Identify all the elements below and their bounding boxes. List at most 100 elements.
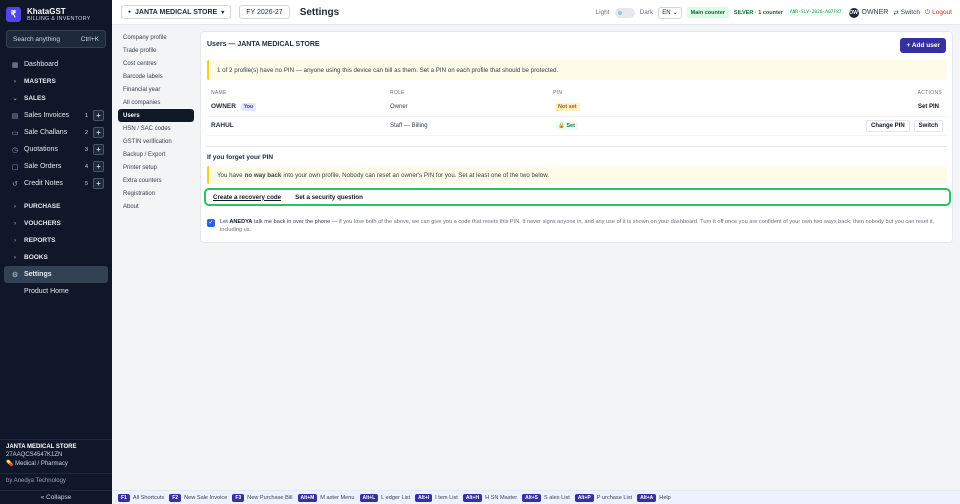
set-pin-button[interactable]: Set PIN [913, 101, 943, 113]
settings-nav-about[interactable]: About [118, 200, 194, 213]
fy-select[interactable]: FY 2026-27 [239, 5, 290, 19]
sidebar-item-product-home[interactable]: Product Home [0, 283, 112, 300]
phone-recovery-consent: ✓ Let ANEDYA talk me back in over the ph… [207, 218, 947, 234]
topbar-right: Light Dark EN ⌄ Main counter SILVER · 1 c… [595, 0, 952, 25]
search-shortcut: Ctrl+K [80, 35, 99, 43]
invoice-icon: ▤ [11, 112, 19, 120]
sidebar-item-dashboard[interactable]: ▦ Dashboard [0, 56, 112, 73]
shortcut-item-list[interactable]: Alt+I I tem List [415, 493, 458, 502]
users-title: Users — JANTA MEDICAL STORE [207, 41, 320, 48]
settings-nav-registration[interactable]: Registration [118, 187, 194, 200]
row-actions: Set PIN [913, 101, 943, 113]
you-badge: You [240, 103, 256, 111]
shortcut-key: Alt+I [415, 493, 433, 502]
add-credit-note-button[interactable]: + [93, 178, 104, 189]
user-role: Staff — Billing [390, 123, 428, 129]
settings-nav-financial-year[interactable]: Financial year [118, 83, 194, 96]
settings-nav: Company profile Trade profile Cost centr… [118, 31, 194, 213]
sidebar-item-sale-challans[interactable]: ▭ Sale Challans 2 + [0, 124, 112, 141]
settings-nav-extra-counters[interactable]: Extra counters [118, 174, 194, 187]
power-icon: ⏻ [924, 8, 931, 16]
store-info: JANTA MEDICAL STORE 27AAQCS4547K1ZN 💊 Me… [0, 439, 112, 473]
chevron-right-icon: › [14, 254, 16, 261]
set-security-question-button[interactable]: Set a security question [293, 193, 365, 202]
brand-logo-icon: ₹ [6, 7, 21, 22]
sidebar-item-quotations[interactable]: ◷ Quotations 3 + [0, 141, 112, 158]
language-select[interactable]: EN ⌄ [658, 6, 682, 19]
sidebar: ₹ KhataGST BILLING & INVENTORY Search an… [0, 0, 112, 504]
sidebar-group-purchase[interactable]: › PURCHASE [0, 198, 112, 215]
add-quotation-button[interactable]: + [93, 144, 104, 155]
consent-checkbox[interactable]: ✓ [207, 219, 215, 227]
settings-nav-gstin-verification[interactable]: GSTIN verification [118, 135, 194, 148]
store-select[interactable]: ● JANTA MEDICAL STORE ▾ [121, 5, 232, 19]
counter-badge[interactable]: Main counter [686, 7, 729, 18]
settings-nav-barcode-labels[interactable]: Barcode labels [118, 70, 194, 83]
avatar: OW [848, 7, 859, 18]
add-sales-invoice-button[interactable]: + [93, 110, 104, 121]
settings-nav-company-profile[interactable]: Company profile [118, 31, 194, 44]
shortcut-ledger-list[interactable]: Alt+L L edger List [359, 493, 410, 502]
settings-nav-backup-export[interactable]: Backup / Export [118, 148, 194, 161]
shortcut-help[interactable]: Alt+A Help [637, 493, 671, 502]
add-user-button[interactable]: + Add user [900, 38, 946, 53]
owner-menu[interactable]: OW OWNER [848, 7, 888, 18]
shortcut-master-menu[interactable]: Alt+M M aster Menu [297, 493, 355, 502]
sidebar-group-books[interactable]: › BOOKS [0, 249, 112, 266]
switch-button[interactable]: Switch [913, 120, 943, 132]
shortcut-all[interactable]: F1 All Shortcuts [118, 493, 164, 502]
shortcut-bar: F1 All Shortcuts F2 New Sale Invoice F3 New… [112, 490, 960, 504]
settings-nav-printer-setup[interactable]: Printer setup [118, 161, 194, 174]
search-input[interactable]: Search anything Ctrl+K [6, 30, 106, 48]
sidebar-item-sales-invoices[interactable]: ▤ Sales Invoices 1 + [0, 107, 112, 124]
sidebar-item-credit-notes[interactable]: ↺ Credit Notes 5 + [0, 175, 112, 192]
return-icon: ↺ [12, 180, 18, 188]
users-panel: Users — JANTA MEDICAL STORE + Add user 1… [200, 31, 953, 243]
store-gstin: 27AAQCS4547K1ZN [6, 452, 63, 458]
shortcut-new-sale-invoice[interactable]: F2 New Sale Invoice [169, 493, 227, 502]
sidebar-group-vouchers[interactable]: › VOUCHERS [0, 215, 112, 232]
settings-nav-cost-centres[interactable]: Cost centres [118, 57, 194, 70]
shortcut-key: F1 [118, 493, 130, 502]
user-name: RAHUL [211, 122, 234, 129]
chevron-right-icon: › [14, 203, 16, 210]
shortcut-sales-list[interactable]: Alt+S S ales List [522, 493, 570, 502]
row-actions: Change PIN Switch [865, 120, 943, 132]
brand[interactable]: ₹ KhataGST BILLING & INVENTORY [0, 0, 112, 28]
shortcut-new-purchase-bill[interactable]: F3 New Purchase Bill [232, 493, 293, 502]
sidebar-group-masters[interactable]: › MASTERS [0, 73, 112, 90]
shortcut-key: F3 [232, 493, 245, 502]
license-key: ANR-SLV-2026-A07F87 [788, 9, 844, 16]
col-header-actions: ACTIONS [917, 90, 942, 96]
settings-nav-trade-profile[interactable]: Trade profile [118, 44, 194, 57]
pill-icon: 💊 [6, 461, 14, 467]
user-name: OWNER You [211, 103, 256, 111]
table-row: OWNER You Owner Not set Set PIN [207, 98, 947, 117]
shortcut-key: Alt+P [574, 493, 594, 502]
settings-nav-all-companies[interactable]: All companies [118, 96, 194, 109]
add-sale-challan-button[interactable]: + [93, 127, 104, 138]
sidebar-group-sales[interactable]: ⌄ SALES [0, 90, 112, 107]
sidebar-group-reports[interactable]: › REPORTS [0, 232, 112, 249]
search-placeholder: Search anything [13, 35, 60, 43]
change-pin-button[interactable]: Change PIN [865, 120, 910, 132]
settings-nav-hsn-sac[interactable]: HSN / SAC codes [118, 122, 194, 135]
store-name: JANTA MEDICAL STORE [6, 444, 77, 450]
shortcut-hsn-master[interactable]: Alt+H H SN Master [462, 493, 517, 502]
logout-button[interactable]: ⏻ Logout [925, 9, 952, 17]
create-recovery-code-button[interactable]: Create a recovery code [211, 193, 283, 202]
app-root: ₹ KhataGST BILLING & INVENTORY Search an… [0, 0, 960, 504]
switch-user-button[interactable]: ⇄ Switch [893, 9, 920, 17]
add-sale-order-button[interactable]: + [93, 161, 104, 172]
settings-nav-users[interactable]: Users [118, 109, 194, 122]
sidebar-item-settings[interactable]: ⚙ Settings [4, 266, 108, 283]
chevron-down-icon: ▾ [221, 9, 225, 16]
sidebar-nav: ▦ Dashboard › MASTERS ⌄ SALES ▤ Sales Invoic… [0, 56, 112, 300]
truck-icon: ▭ [11, 129, 19, 137]
shortcut-purchase-list[interactable]: Alt+P P urchase List [574, 493, 632, 502]
page-title: Settings [299, 6, 340, 18]
sidebar-item-sale-orders[interactable]: ▢ Sale Orders 4 + [0, 158, 112, 175]
theme-toggle[interactable] [614, 7, 635, 18]
section-divider [207, 146, 947, 147]
collapse-button[interactable]: « Collapse [0, 490, 112, 504]
